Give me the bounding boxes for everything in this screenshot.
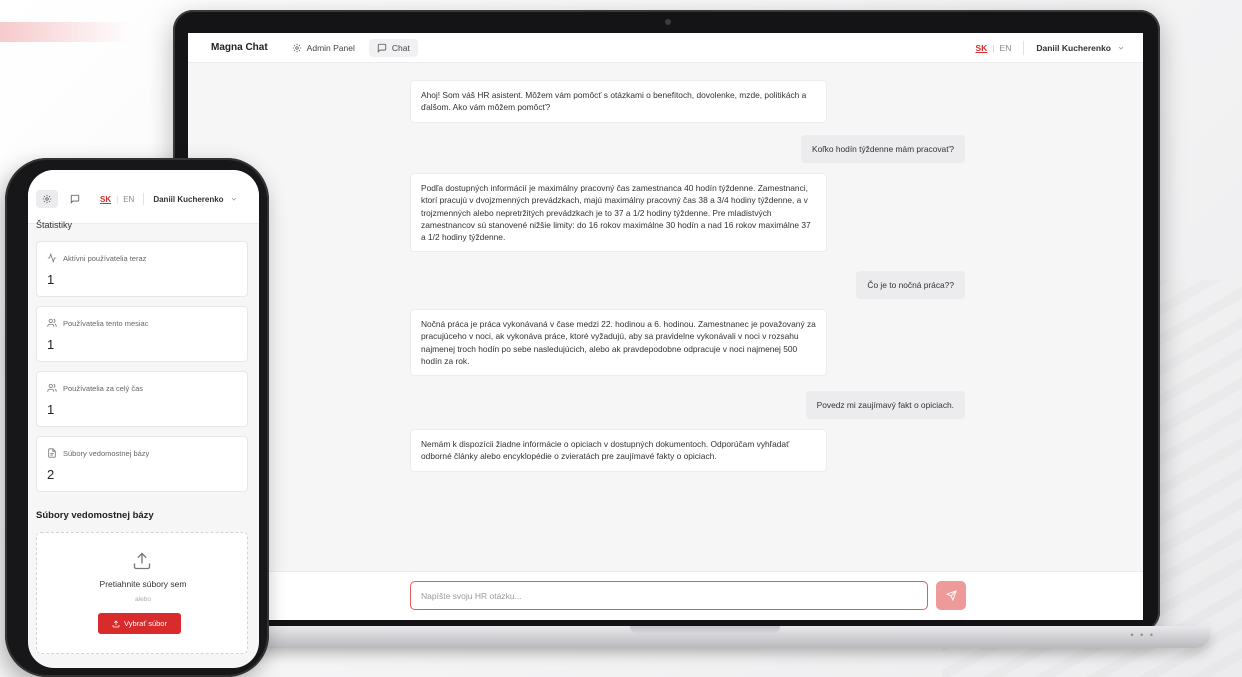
users-icon — [47, 383, 57, 392]
file-dropzone[interactable]: Pretiahnite súbory sem alebo Vybrať súbo… — [36, 532, 248, 654]
header-divider — [1023, 41, 1025, 55]
top-navigation: Magna Chat Admin Panel Chat SK | EN Dani… — [188, 33, 1143, 63]
select-file-label: Vybrať súbor — [124, 619, 167, 628]
chat-input[interactable] — [410, 581, 928, 610]
phone-header: SK | EN Daniil Kucherenko — [28, 170, 259, 224]
stat-label: Súbory vedomostnej bázy — [63, 448, 150, 458]
laptop-frame: Magna Chat Admin Panel Chat SK | EN Dani… — [173, 10, 1160, 632]
bot-message: Nočná práca je práca vykonávaná v čase m… — [410, 309, 827, 377]
file-icon — [48, 448, 56, 458]
nav-chat[interactable]: Chat — [368, 38, 418, 57]
nav-admin-panel[interactable]: Admin Panel — [284, 39, 363, 57]
stat-card-this-month: Používatelia tento mesiac 1 — [36, 306, 248, 362]
chat-messages[interactable]: Ahoj! Som váš HR asistent. Môžem vám pom… — [188, 63, 1143, 571]
header-divider — [143, 193, 145, 205]
phone-header-right: SK | EN Daniil Kucherenko — [100, 193, 238, 205]
laptop-ports: • • • — [1130, 630, 1155, 640]
send-icon — [945, 590, 957, 601]
user-menu[interactable]: Daniil Kucherenko — [1036, 43, 1111, 53]
stat-label: Aktívni používatelia teraz — [63, 253, 147, 263]
lang-separator: | — [992, 43, 995, 53]
bot-message: Ahoj! Som váš HR asistent. Môžem vám pom… — [410, 80, 827, 123]
select-file-button[interactable]: Vybrať súbor — [98, 613, 181, 634]
user-message: Čo je to nočná práca?? — [856, 271, 965, 300]
send-button[interactable] — [936, 581, 966, 610]
phone-lang-sk-button[interactable]: SK — [100, 195, 111, 204]
dropzone-or: alebo — [135, 596, 151, 603]
activity-icon — [47, 253, 57, 263]
upload-icon — [112, 619, 120, 627]
phone-admin-button[interactable] — [36, 190, 58, 208]
kb-section-title: Súbory vedomostnej bázy — [36, 510, 154, 521]
chat-input-bar — [188, 571, 1143, 620]
chevron-down-icon[interactable] — [1117, 44, 1125, 52]
stat-card-all-time: Používatelia za celý čas 1 — [36, 371, 248, 427]
upload-icon — [133, 552, 151, 570]
bot-message: Podľa dostupných informácií je maximálny… — [410, 173, 827, 253]
background-accent — [0, 22, 130, 42]
gear-icon — [292, 43, 301, 52]
user-message: Povedz mi zaujímavý fakt o opiciach. — [805, 391, 965, 420]
dropzone-prompt: Pretiahnite súbory sem — [99, 579, 187, 589]
stat-card-kb-files: Súbory vedomostnej bázy 2 — [36, 436, 248, 492]
stat-value: 2 — [47, 467, 55, 482]
message-square-icon — [70, 194, 80, 204]
nav-admin-panel-label: Admin Panel — [306, 42, 355, 53]
header-right: SK | EN Daniil Kucherenko — [976, 33, 1125, 63]
phone-lang-en-button[interactable]: EN — [123, 195, 134, 204]
stat-value: 1 — [47, 402, 55, 417]
stat-label: Používatelia tento mesiac — [63, 318, 149, 328]
phone-screen: SK | EN Daniil Kucherenko Štatistiky Akt… — [28, 170, 259, 668]
stat-value: 1 — [47, 337, 55, 352]
nav-chat-label: Chat — [391, 42, 410, 53]
stat-value: 1 — [47, 272, 55, 287]
brand-title: Magna Chat — [211, 42, 268, 53]
phone-chat-button[interactable] — [64, 190, 86, 208]
stat-label: Používatelia za celý čas — [63, 383, 144, 393]
laptop-screen: Magna Chat Admin Panel Chat SK | EN Dani… — [188, 33, 1143, 620]
lang-en-button[interactable]: EN — [1000, 43, 1012, 53]
stats-title: Štatistiky — [36, 220, 73, 230]
message-square-icon — [377, 43, 387, 53]
user-message: Koľko hodín týždenne mám pracovať? — [801, 135, 965, 164]
lang-sk-button[interactable]: SK — [976, 43, 988, 53]
phone-user-menu[interactable]: Daniil Kucherenko — [153, 195, 223, 204]
gear-icon — [42, 194, 52, 204]
bot-message: Nemám k dispozícii žiadne informácie o o… — [410, 429, 827, 472]
chevron-down-icon[interactable] — [230, 195, 238, 203]
lang-separator: | — [116, 194, 119, 204]
stat-card-active-now: Aktívni používatelia teraz 1 — [36, 241, 248, 297]
laptop-notch — [630, 626, 780, 634]
users-icon — [47, 318, 57, 327]
camera-icon — [665, 19, 671, 25]
